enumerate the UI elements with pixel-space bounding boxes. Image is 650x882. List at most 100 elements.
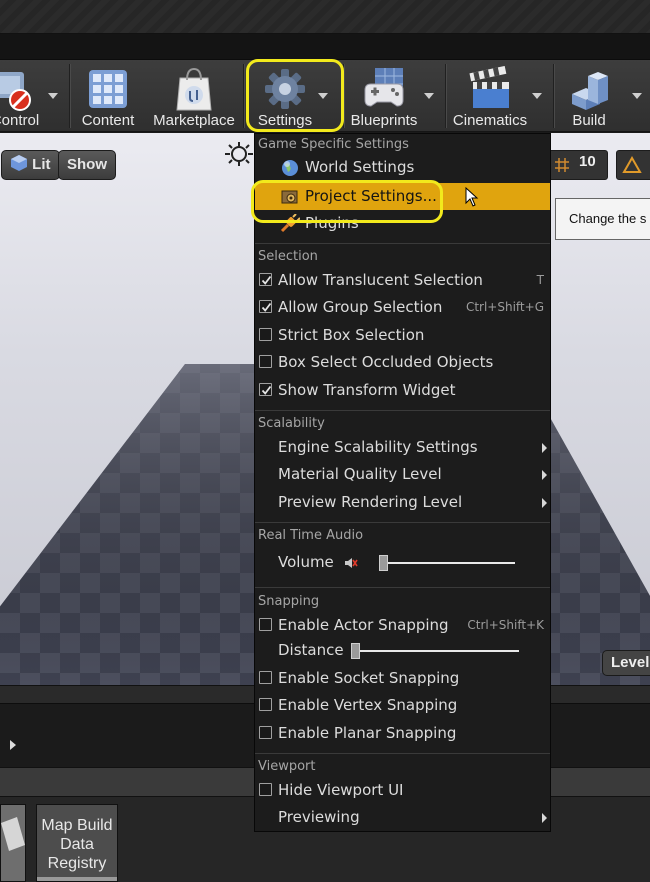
allow-group-label: Allow Group Selection	[278, 298, 443, 316]
menu-item-world-settings[interactable]: World Settings	[255, 154, 550, 181]
engine-scalability-label: Engine Scalability Settings	[278, 438, 478, 456]
world-settings-label: World Settings	[305, 158, 415, 176]
material-quality-label: Material Quality Level	[278, 465, 442, 483]
toolbar-separator	[69, 64, 70, 128]
grid-snap-control[interactable]: 10	[548, 150, 608, 180]
blueprints-button[interactable]: Blueprints	[346, 60, 422, 132]
checkbox-strict-box-selection[interactable]	[259, 328, 272, 341]
toolbar-separator	[553, 64, 554, 128]
checkbox-box-select-occluded[interactable]	[259, 355, 272, 368]
show-label: Show	[67, 156, 107, 173]
menu-item-material-quality[interactable]: Material Quality Level	[255, 461, 550, 488]
source-control-button[interactable]: Control	[0, 60, 50, 132]
build-button[interactable]: Build	[558, 60, 620, 132]
checkbox-allow-translucent-selection[interactable]	[259, 273, 272, 286]
checkbox-enable-planar-snapping[interactable]	[259, 726, 272, 739]
section-real-time-audio: Real Time Audio	[258, 528, 364, 543]
source-control-icon	[0, 72, 31, 111]
build-blocks-icon	[572, 72, 608, 110]
content-button[interactable]: Content	[72, 60, 144, 132]
menu-item-enable-actor-snapping[interactable]: Enable Actor Snapping Ctrl+Shift+K	[255, 612, 550, 639]
menu-item-enable-vertex-snapping[interactable]: Enable Vertex Snapping	[255, 692, 550, 719]
actor-snapping-shortcut: Ctrl+Shift+K	[467, 618, 544, 632]
volume-label: Volume	[278, 553, 334, 571]
menu-item-show-transform-widget[interactable]: Show Transform Widget	[255, 377, 550, 404]
section-viewport: Viewport	[258, 759, 316, 774]
hide-viewport-ui-label: Hide Viewport UI	[278, 781, 404, 799]
volume-slider-thumb[interactable]	[379, 555, 388, 571]
window-titlebar	[0, 0, 650, 34]
menu-separator	[255, 587, 550, 588]
blueprints-gamepad-icon	[364, 68, 404, 107]
blueprints-dropdown-icon[interactable]	[424, 93, 434, 99]
actor-snapping-label: Enable Actor Snapping	[278, 616, 449, 634]
menu-item-hide-viewport-ui[interactable]: Hide Viewport UI	[255, 777, 550, 804]
submenu-arrow-icon	[542, 813, 547, 823]
menu-item-enable-planar-snapping[interactable]: Enable Planar Snapping	[255, 720, 550, 747]
allow-translucent-label: Allow Translucent Selection	[278, 271, 483, 289]
clapperboard-icon	[469, 66, 509, 108]
menu-item-engine-scalability[interactable]: Engine Scalability Settings	[255, 434, 550, 461]
submenu-arrow-icon	[542, 443, 547, 453]
menu-item-preview-rendering[interactable]: Preview Rendering Level	[255, 489, 550, 516]
blueprints-label: Blueprints	[350, 112, 418, 129]
grid-icon	[555, 158, 569, 172]
checkbox-enable-actor-snapping[interactable]	[259, 618, 272, 631]
mouse-cursor-icon	[465, 187, 479, 207]
toolbar-separator	[445, 64, 446, 128]
marketplace-label: Marketplace	[153, 112, 235, 129]
checkbox-show-transform-widget[interactable]	[259, 383, 272, 396]
directional-light-icon	[225, 142, 253, 166]
allow-group-shortcut: Ctrl+Shift+G	[465, 300, 544, 314]
checkbox-hide-viewport-ui[interactable]	[259, 783, 272, 796]
menu-item-allow-translucent-selection[interactable]: Allow Translucent Selection T	[255, 267, 550, 294]
menu-item-previewing[interactable]: Previewing	[255, 804, 550, 831]
checkbox-enable-vertex-snapping[interactable]	[259, 698, 272, 711]
menu-item-enable-socket-snapping[interactable]: Enable Socket Snapping	[255, 665, 550, 692]
section-game-specific: Game Specific Settings	[258, 137, 409, 152]
speaker-muted-icon	[345, 558, 358, 568]
content-label: Content	[81, 112, 135, 129]
source-control-label: Control	[0, 112, 40, 129]
box-occluded-label: Box Select Occluded Objects	[278, 353, 494, 371]
level-tag-label: Level	[611, 654, 650, 671]
section-selection: Selection	[258, 249, 318, 264]
map-build-data-registry-asset[interactable]: Map Build Data Registry	[36, 804, 118, 882]
strict-box-label: Strict Box Selection	[278, 326, 425, 344]
asset-thumbnail-icon	[1, 817, 25, 851]
rotation-snap-control[interactable]	[616, 150, 650, 180]
checkbox-allow-group-selection[interactable]	[259, 300, 272, 313]
distance-slider[interactable]	[351, 650, 519, 652]
allow-translucent-shortcut: T	[536, 273, 544, 287]
build-dropdown-icon[interactable]	[632, 93, 642, 99]
checkbox-enable-socket-snapping[interactable]	[259, 671, 272, 684]
source-control-dropdown-icon[interactable]	[48, 93, 58, 99]
lit-label: Lit	[32, 156, 51, 173]
menu-item-box-select-occluded[interactable]: Box Select Occluded Objects	[255, 349, 550, 376]
volume-slider[interactable]	[379, 562, 515, 564]
viewport-show-button[interactable]: Show	[58, 150, 116, 180]
asset-tile-partial[interactable]	[0, 804, 26, 882]
grid-snap-value: 10	[579, 153, 596, 170]
content-browser-icon	[89, 70, 127, 108]
submenu-arrow-icon	[542, 470, 547, 480]
marketplace-button[interactable]: Marketplace	[148, 60, 240, 132]
distance-slider-thumb[interactable]	[351, 643, 360, 659]
settings-highlight-annotation	[246, 59, 344, 132]
asset-label-line3: Registry	[47, 855, 107, 872]
cinematics-button[interactable]: Cinematics	[448, 60, 532, 132]
menu-separator	[255, 243, 550, 244]
distance-label: Distance	[278, 641, 344, 659]
preview-rendering-label: Preview Rendering Level	[278, 493, 463, 511]
menu-item-strict-box-selection[interactable]: Strict Box Selection	[255, 322, 550, 349]
menu-item-allow-group-selection[interactable]: Allow Group Selection Ctrl+Shift+G	[255, 294, 550, 321]
menu-separator	[255, 753, 550, 754]
viewport-lit-button[interactable]: Lit	[1, 150, 60, 180]
asset-label-line2: Data	[60, 836, 94, 853]
level-tab-strip	[0, 34, 650, 60]
lit-cube-icon	[11, 155, 27, 171]
cinematics-dropdown-icon[interactable]	[532, 93, 542, 99]
tooltip-text: Change the s	[569, 211, 647, 226]
toolbar-separator	[243, 64, 244, 128]
expand-arrow-icon[interactable]	[10, 740, 16, 750]
